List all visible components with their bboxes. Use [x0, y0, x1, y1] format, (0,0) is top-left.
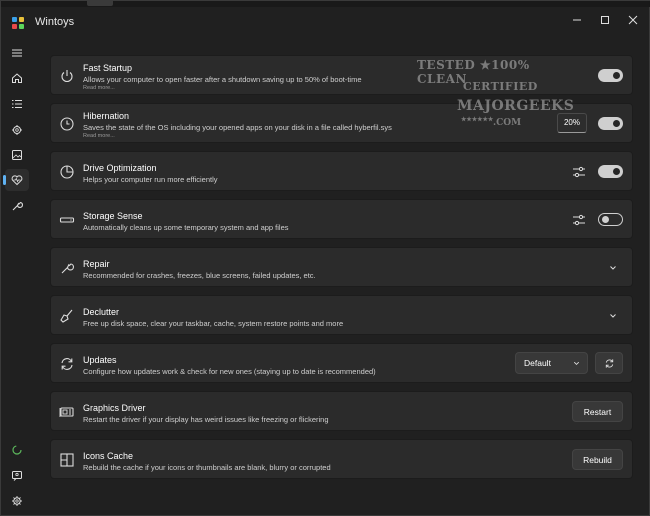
card-storage-sense: Storage Sense Automatically cleans up so… — [50, 199, 633, 239]
feedback-person-icon — [12, 471, 22, 481]
drive-icon — [59, 217, 75, 223]
fast-startup-toggle[interactable] — [598, 69, 623, 82]
close-button[interactable] — [618, 9, 648, 31]
card-title: Drive Optimization — [83, 163, 157, 173]
card-title: Updates — [83, 355, 117, 365]
chevron-down-icon[interactable] — [608, 263, 618, 273]
loading-circle-icon — [12, 445, 22, 455]
app-window: Wintoys Fast Startup Allows your compute… — [0, 0, 650, 516]
gpu-icon — [59, 407, 74, 417]
card-description: Rebuild the cache if your icons or thumb… — [83, 463, 331, 472]
tools-wrench-icon — [12, 201, 23, 211]
nav-services[interactable] — [5, 119, 29, 141]
close-icon — [628, 15, 638, 25]
power-icon — [61, 70, 73, 83]
broom-icon — [60, 309, 73, 323]
maximize-button[interactable] — [590, 9, 620, 31]
nav-feedback[interactable] — [5, 465, 29, 487]
app-logo-icon — [12, 17, 24, 29]
nav-tools[interactable] — [5, 195, 29, 217]
nav-loading — [5, 439, 29, 461]
check-updates-button[interactable] — [595, 352, 623, 374]
card-title: Storage Sense — [83, 211, 143, 221]
home-icon — [12, 73, 22, 83]
pie-chart-icon — [60, 165, 74, 179]
hibernation-toggle[interactable] — [598, 117, 623, 130]
card-title: Fast Startup — [83, 63, 133, 73]
card-description: Free up disk space, clear your taskbar, … — [83, 319, 344, 328]
card-title: Declutter — [83, 307, 120, 317]
hibernation-size-input[interactable]: 20% — [557, 113, 587, 133]
card-declutter[interactable]: Declutter Free up disk space, clear your… — [50, 295, 633, 335]
storage-sense-toggle[interactable] — [598, 213, 623, 226]
chevron-down-icon[interactable] — [608, 311, 618, 321]
card-description: Recommended for crashes, freezes, blue s… — [83, 271, 316, 280]
nav-health[interactable] — [3, 169, 29, 191]
nav-menu-button[interactable] — [5, 42, 29, 64]
card-description: Restart the driver if your display has w… — [83, 415, 329, 424]
select-value: Default — [524, 358, 551, 368]
sync-icon — [61, 358, 73, 370]
minimize-button[interactable] — [562, 9, 592, 31]
hamburger-menu-icon — [12, 49, 22, 57]
card-title: Hibernation — [83, 111, 130, 121]
rebuild-cache-button[interactable]: Rebuild — [572, 449, 623, 470]
card-description: Helps your computer run more efficiently — [83, 175, 218, 184]
updates-mode-select[interactable]: Default — [515, 352, 588, 374]
restart-driver-button[interactable]: Restart — [572, 401, 623, 422]
clock-icon — [60, 117, 74, 131]
card-description: Automatically cleans up some temporary s… — [83, 223, 289, 232]
card-drive-optimization: Drive Optimization Helps your computer r… — [50, 151, 633, 191]
read-more-link[interactable]: Read more... — [83, 85, 115, 91]
grid-icon — [60, 453, 74, 467]
card-icons-cache: Icons Cache Rebuild the cache if your ic… — [50, 439, 633, 479]
card-description: Configure how updates work & check for n… — [83, 367, 376, 376]
card-description: Saves the state of the OS including your… — [83, 123, 392, 132]
health-heart-icon — [11, 175, 23, 186]
nav-apps[interactable] — [5, 93, 29, 115]
nav-home[interactable] — [5, 67, 29, 89]
services-gear-icon — [12, 125, 22, 135]
tab-indicator — [87, 1, 113, 6]
nav-tweaks[interactable] — [5, 144, 29, 166]
title-bar: Wintoys — [1, 7, 650, 35]
settings-sliders-icon[interactable] — [572, 165, 586, 179]
chevron-down-icon — [573, 361, 580, 366]
drive-optimization-toggle[interactable] — [598, 165, 623, 178]
card-graphics-driver: Graphics Driver Restart the driver if yo… — [50, 391, 633, 431]
card-title: Icons Cache — [83, 451, 134, 461]
minimize-icon — [573, 19, 581, 21]
tweaks-image-icon — [12, 150, 22, 160]
read-more-link[interactable]: Read more... — [83, 133, 115, 139]
card-title: Repair — [83, 259, 110, 269]
wrench-icon — [61, 263, 74, 274]
card-hibernation: Hibernation Saves the state of the OS in… — [50, 103, 633, 143]
settings-sliders-icon[interactable] — [572, 213, 586, 227]
refresh-icon — [605, 358, 613, 368]
apps-list-icon — [12, 100, 22, 108]
app-title: Wintoys — [35, 16, 75, 28]
settings-gear-icon — [12, 496, 22, 506]
sidebar — [1, 37, 33, 516]
nav-settings[interactable] — [5, 490, 29, 512]
card-repair[interactable]: Repair Recommended for crashes, freezes,… — [50, 247, 633, 287]
card-title: Graphics Driver — [83, 403, 146, 413]
card-fast-startup: Fast Startup Allows your computer to ope… — [50, 55, 633, 95]
maximize-icon — [601, 16, 609, 24]
card-updates: Updates Configure how updates work & che… — [50, 343, 633, 383]
card-description: Allows your computer to open faster afte… — [83, 75, 362, 84]
